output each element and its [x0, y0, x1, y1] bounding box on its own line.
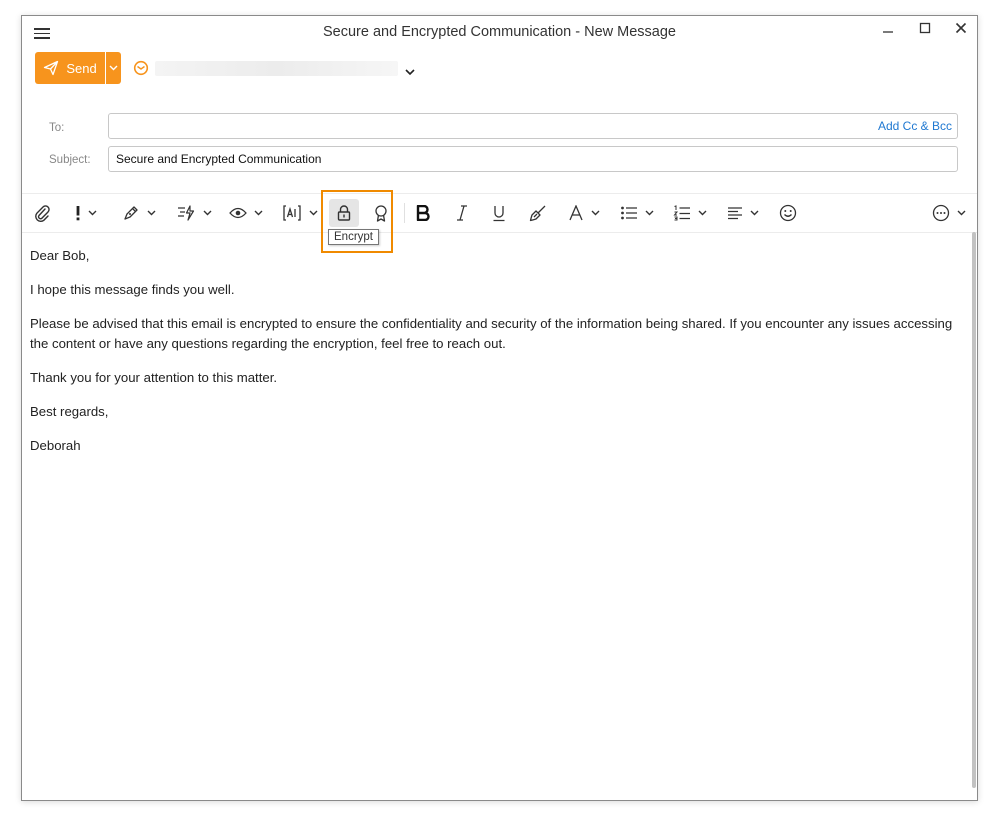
eye-icon: [229, 207, 247, 219]
bold-icon: [416, 205, 430, 221]
priority-button[interactable]: [75, 194, 97, 232]
chevron-down-icon: [309, 210, 318, 216]
chevron-down-icon[interactable]: [405, 63, 415, 81]
from-account-selector[interactable]: [155, 61, 398, 76]
more-options-button[interactable]: [932, 194, 966, 232]
close-icon[interactable]: [950, 22, 972, 42]
priority-icon: [76, 206, 80, 221]
chevron-down-icon: [88, 210, 97, 216]
add-cc-bcc-link[interactable]: Add Cc & Bcc: [878, 114, 952, 138]
emoji-button[interactable]: [779, 194, 797, 232]
send-options-button[interactable]: [106, 52, 121, 84]
read-receipt-button[interactable]: [229, 194, 263, 232]
chevron-down-icon: [591, 210, 600, 216]
maximize-icon[interactable]: [914, 22, 936, 42]
chevron-down-icon: [203, 210, 212, 216]
chevron-down-icon: [147, 210, 156, 216]
ai-assistant-button[interactable]: [282, 194, 318, 232]
bullets-button[interactable]: [620, 194, 654, 232]
chevron-down-icon: [109, 65, 118, 71]
title-bar: Secure and Encrypted Communication - New…: [22, 16, 977, 50]
format-toolbar: [22, 193, 977, 233]
format-painter-button[interactable]: [529, 194, 547, 232]
subject-value: Secure and Encrypted Communication: [116, 152, 322, 166]
italic-icon: [457, 205, 467, 221]
chevron-down-icon: [645, 210, 654, 216]
account-envelope-icon[interactable]: [133, 60, 149, 81]
align-button[interactable]: [727, 194, 759, 232]
send-button[interactable]: Send: [35, 52, 105, 84]
signature-icon: [124, 206, 138, 220]
message-paragraph: Dear Bob,: [30, 248, 90, 263]
quick-text-button[interactable]: [176, 194, 212, 232]
lock-icon: [337, 205, 351, 221]
subject-label: Subject:: [49, 154, 91, 166]
numbering-icon: [673, 205, 690, 221]
chevron-down-icon: [957, 210, 966, 216]
emoji-icon: [779, 204, 797, 222]
message-paragraph: I hope this message finds you well.: [30, 282, 235, 297]
send-group: Send: [35, 52, 121, 84]
bold-button[interactable]: [416, 194, 430, 232]
encrypt-tooltip: Encrypt: [328, 229, 379, 245]
send-label: Send: [66, 60, 97, 76]
message-body[interactable]: Dear Bob, I hope this message finds you …: [30, 246, 970, 470]
certificate-icon: [375, 205, 387, 222]
toolbar-separator: [404, 203, 405, 223]
window-title: Secure and Encrypted Communication - New…: [323, 24, 676, 40]
attach-button[interactable]: [33, 194, 51, 232]
compose-window: Secure and Encrypted Communication - New…: [21, 15, 978, 801]
font-color-button[interactable]: [568, 194, 600, 232]
to-label: To:: [49, 122, 65, 134]
send-icon: [44, 60, 59, 76]
message-paragraph: Best regards,: [30, 404, 109, 419]
brush-icon: [529, 205, 546, 222]
numbering-button[interactable]: [673, 194, 707, 232]
underline-icon: [493, 205, 505, 221]
attach-icon: [35, 205, 50, 222]
chevron-down-icon: [698, 210, 707, 216]
more-icon: [932, 204, 950, 222]
scrollbar[interactable]: [972, 232, 976, 788]
minimize-icon[interactable]: [877, 22, 899, 42]
message-paragraph: Thank you for your attention to this mat…: [30, 370, 278, 385]
to-field[interactable]: Add Cc & Bcc: [108, 113, 958, 139]
sign-certificate-button[interactable]: [373, 194, 389, 232]
italic-button[interactable]: [455, 194, 469, 232]
align-icon: [728, 207, 742, 220]
bullets-icon: [621, 206, 637, 220]
font-color-icon: [569, 205, 583, 221]
subject-field[interactable]: Secure and Encrypted Communication: [108, 146, 958, 172]
chevron-down-icon: [750, 210, 759, 216]
message-paragraph: Please be advised that this email is enc…: [30, 316, 953, 351]
templates-icon: [178, 205, 195, 221]
message-paragraph: Deborah: [30, 438, 81, 453]
underline-button[interactable]: [492, 194, 506, 232]
ai-icon: [283, 205, 301, 221]
signature-button[interactable]: [122, 194, 156, 232]
encrypt-button[interactable]: [335, 194, 353, 232]
chevron-down-icon: [254, 210, 263, 216]
